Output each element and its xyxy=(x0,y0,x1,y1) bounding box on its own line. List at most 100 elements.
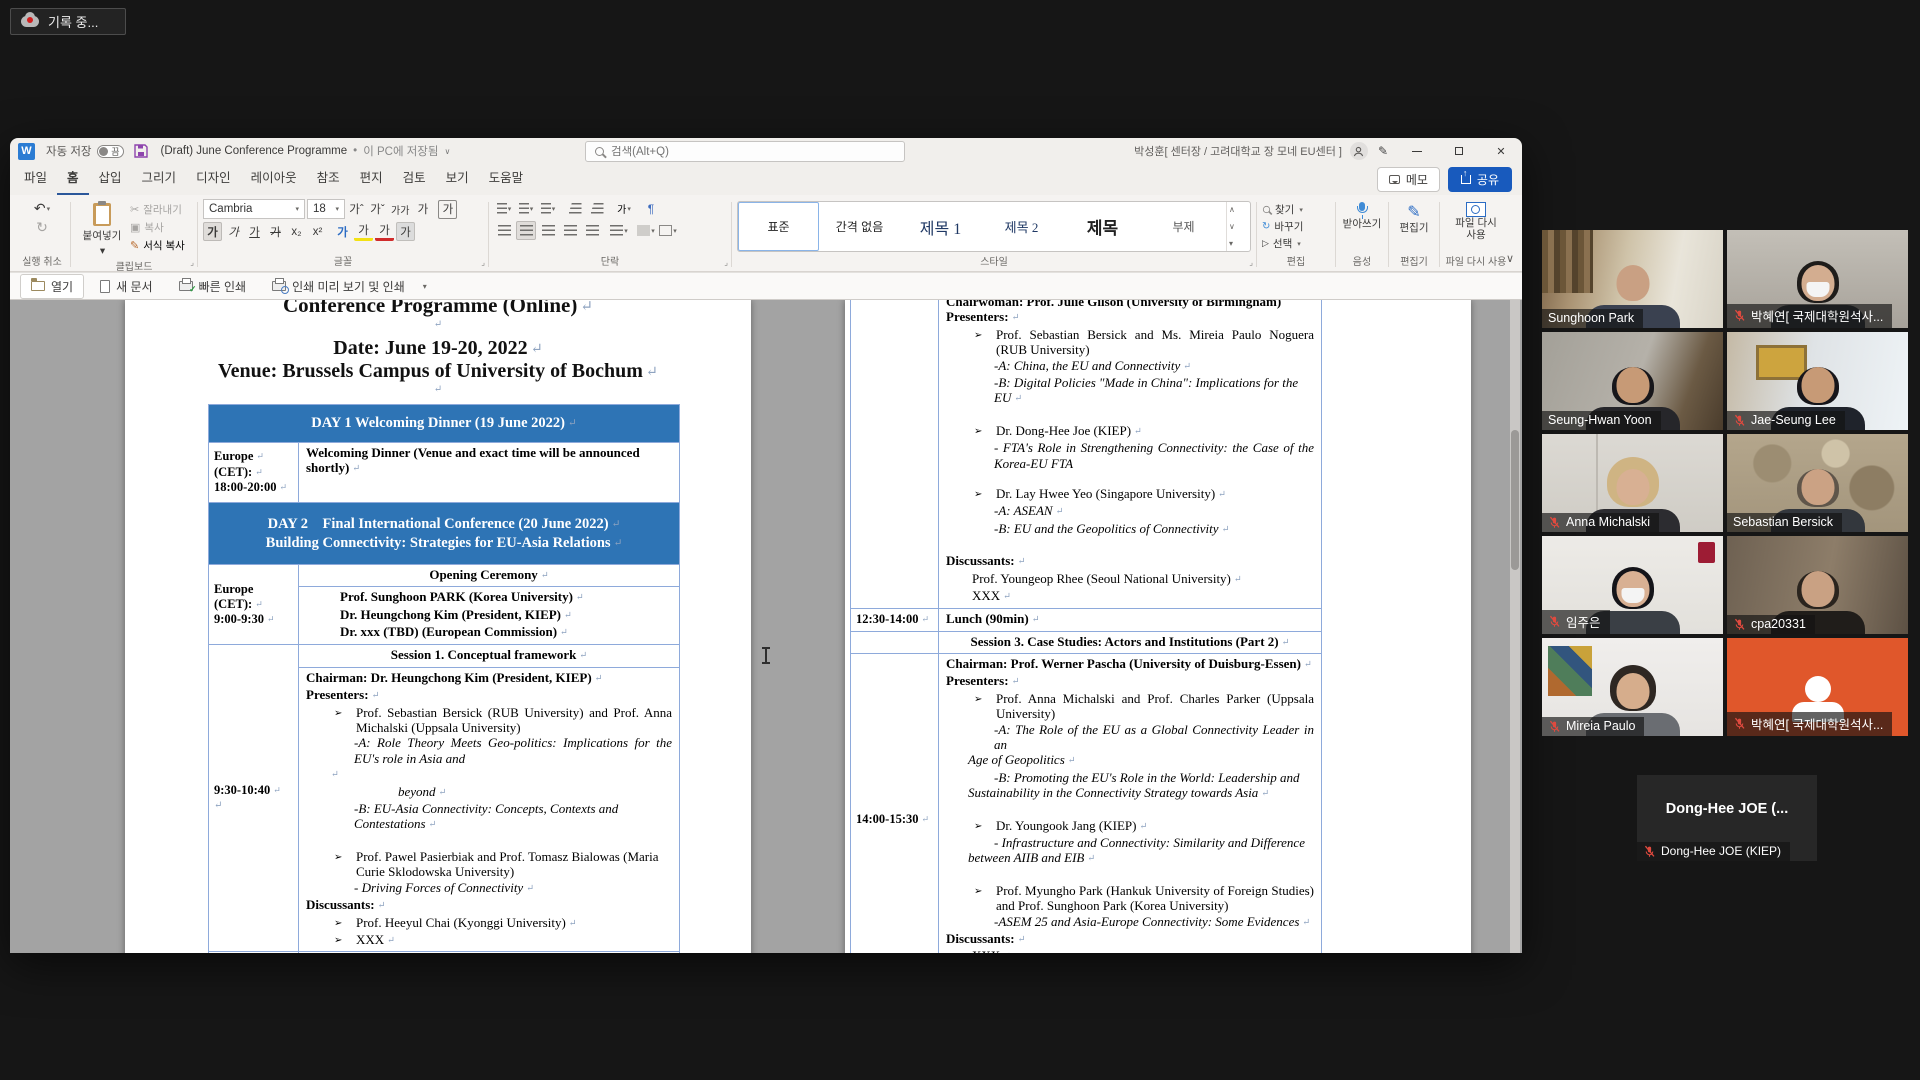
share-button[interactable]: 공유 xyxy=(1448,167,1512,192)
dictate-button[interactable]: 받아쓰기 xyxy=(1341,199,1383,230)
align-right-button[interactable] xyxy=(538,221,558,240)
participant-tile[interactable]: 박혜연[ 국제대학원석사... xyxy=(1727,638,1908,736)
font-size-select[interactable]: 18▾ xyxy=(307,199,345,219)
participant-tile[interactable]: Mireia Paulo xyxy=(1542,638,1723,736)
find-button[interactable]: 찾기▾ xyxy=(1262,202,1330,217)
underline-button[interactable]: 가 xyxy=(245,222,264,241)
scrollbar-thumb[interactable] xyxy=(1511,430,1519,570)
participant-tile[interactable]: 박혜연[ 국제대학원석사... xyxy=(1727,230,1908,328)
styles-dialog-launcher-icon[interactable]: ⌟ xyxy=(1249,259,1253,267)
change-case-button[interactable]: 가가 xyxy=(389,200,411,219)
paragraph-dialog-launcher-icon[interactable]: ⌟ xyxy=(724,259,728,267)
style-no-spacing[interactable]: 간격 없음 xyxy=(819,202,900,251)
clipboard-dialog-launcher-icon[interactable]: ⌟ xyxy=(190,259,194,267)
select-button[interactable]: ▷선택▾ xyxy=(1262,236,1330,251)
tab-mailings[interactable]: 편지 xyxy=(350,161,393,195)
grow-font-button[interactable]: 가ˆ xyxy=(347,200,366,219)
participant-tile-focused[interactable]: Dong-Hee JOE (... Dong-Hee JOE (KIEP) xyxy=(1637,775,1817,861)
autosave-control[interactable]: 자동 저장 끔 xyxy=(46,143,124,159)
participant-tile[interactable]: Jae-Seung Lee xyxy=(1727,332,1908,430)
participant-tile[interactable]: Sebastian Bersick xyxy=(1727,434,1908,532)
format-painter-button[interactable]: ✎서식 복사 xyxy=(130,238,185,253)
char-border-button[interactable]: 가 xyxy=(438,200,457,219)
participant-tile[interactable]: 임주은 xyxy=(1542,536,1723,634)
tab-insert[interactable]: 삽입 xyxy=(89,161,132,195)
document-title[interactable]: (Draft) June Conference Programme • 이 PC… xyxy=(161,143,451,159)
strikethrough-button[interactable]: 가 xyxy=(266,222,285,241)
vertical-scrollbar[interactable] xyxy=(1510,300,1520,953)
close-button[interactable]: ✕ xyxy=(1480,138,1522,164)
participant-tile[interactable]: Anna Michalski xyxy=(1542,434,1723,532)
autosave-toggle[interactable]: 끔 xyxy=(97,145,124,158)
account-avatar-icon[interactable] xyxy=(1350,142,1368,160)
participant-tile[interactable]: Sunghoon Park xyxy=(1542,230,1723,328)
tab-review[interactable]: 검토 xyxy=(393,161,436,195)
shrink-font-button[interactable]: 가ˇ xyxy=(368,200,387,219)
show-marks-button[interactable]: ¶ xyxy=(641,199,661,218)
align-center-button[interactable] xyxy=(516,221,536,240)
style-subtitle[interactable]: 부제 xyxy=(1143,202,1224,251)
justify-button[interactable] xyxy=(560,221,580,240)
decrease-indent-button[interactable] xyxy=(565,199,585,218)
shading-button[interactable]: ▾ xyxy=(636,221,656,240)
print-preview-button[interactable]: 인쇄 미리 보기 및 인쇄 xyxy=(262,275,415,298)
tab-layout[interactable]: 레이아웃 xyxy=(241,161,307,195)
superscript-button[interactable]: x² xyxy=(308,222,327,241)
account-name[interactable]: 박성훈[ 센터장 / 고려대학교 장 모네 EU센터 ] xyxy=(1134,143,1342,159)
redo-button[interactable]: ↻ xyxy=(19,218,65,237)
new-document-button[interactable]: 새 문서 xyxy=(90,275,162,298)
reuse-files-button[interactable]: 파일 다시 사용 xyxy=(1445,199,1507,241)
restore-button[interactable] xyxy=(1438,138,1480,164)
editing-mode-icon[interactable]: ✎ xyxy=(1378,144,1388,158)
highlight-button[interactable]: 가 xyxy=(354,222,373,241)
increase-indent-button[interactable] xyxy=(587,199,607,218)
undo-button[interactable]: ↶▾ xyxy=(19,199,65,218)
font-dialog-launcher-icon[interactable]: ⌟ xyxy=(481,259,485,267)
open-button[interactable]: 열기 xyxy=(20,274,84,299)
bold-button[interactable]: 가 xyxy=(203,222,222,241)
qat-more-icon[interactable]: ▾ xyxy=(423,282,427,291)
comments-button[interactable]: 메모 xyxy=(1377,167,1440,192)
document-page-left[interactable]: Conference Programme (Online) ↵ Date: Ju… xyxy=(125,300,751,953)
search-box[interactable] xyxy=(585,141,905,162)
document-area[interactable]: Conference Programme (Online) ↵ Date: Ju… xyxy=(10,300,1522,953)
styles-up-icon[interactable]: ∧ xyxy=(1229,205,1235,214)
tab-view[interactable]: 보기 xyxy=(436,161,479,195)
clear-formatting-button[interactable]: 가 xyxy=(413,200,432,219)
style-heading2[interactable]: 제목 2 xyxy=(981,202,1062,251)
font-color-button[interactable]: 가 xyxy=(375,222,394,241)
search-input[interactable] xyxy=(611,146,895,158)
tab-references[interactable]: 참조 xyxy=(307,161,350,195)
style-heading1[interactable]: 제목 1 xyxy=(900,202,981,251)
participant-tile[interactable]: Seung-Hwan Yoon xyxy=(1542,332,1723,430)
paste-button[interactable]: 붙여넣기 ▾ xyxy=(76,199,128,257)
cut-button[interactable]: ✂잘라내기 xyxy=(130,202,185,217)
line-spacing-button[interactable]: ▾ xyxy=(609,221,629,240)
copy-button[interactable]: ▣복사 xyxy=(130,220,185,235)
participant-tile[interactable]: cpa20331 xyxy=(1727,536,1908,634)
document-page-right[interactable]: Chairwoman: Prof. Julie Gilson (Universi… xyxy=(845,300,1471,953)
numbered-list-button[interactable]: ▾ xyxy=(516,199,536,218)
distribute-button[interactable] xyxy=(582,221,602,240)
borders-button[interactable]: ▾ xyxy=(658,221,678,240)
replace-button[interactable]: ↻바꾸기 xyxy=(1262,219,1330,234)
tab-design[interactable]: 디자인 xyxy=(186,161,241,195)
style-normal[interactable]: 표준 xyxy=(738,202,819,251)
save-icon[interactable] xyxy=(134,144,148,158)
bullet-list-button[interactable]: ▾ xyxy=(494,199,514,218)
text-effects-button[interactable]: 가 xyxy=(333,222,352,241)
char-shading-button[interactable]: 가 xyxy=(396,222,415,241)
subscript-button[interactable]: x₂ xyxy=(287,222,306,241)
tab-draw[interactable]: 그리기 xyxy=(132,161,187,195)
tab-file[interactable]: 파일 xyxy=(14,161,57,195)
editor-button[interactable]: ✎ 편집기 xyxy=(1394,199,1434,234)
align-left-button[interactable] xyxy=(494,221,514,240)
italic-button[interactable]: 가 xyxy=(224,222,243,241)
tab-home[interactable]: 홈 xyxy=(57,161,89,195)
quick-print-button[interactable]: 빠른 인쇄 xyxy=(169,275,257,298)
styles-down-icon[interactable]: ∨ xyxy=(1229,222,1235,231)
styles-more-icon[interactable]: ▾ xyxy=(1229,239,1235,248)
ribbon-collapse-icon[interactable]: ∨ xyxy=(1506,252,1514,265)
minimize-button[interactable] xyxy=(1396,138,1438,164)
style-title[interactable]: 제목 xyxy=(1062,202,1143,251)
